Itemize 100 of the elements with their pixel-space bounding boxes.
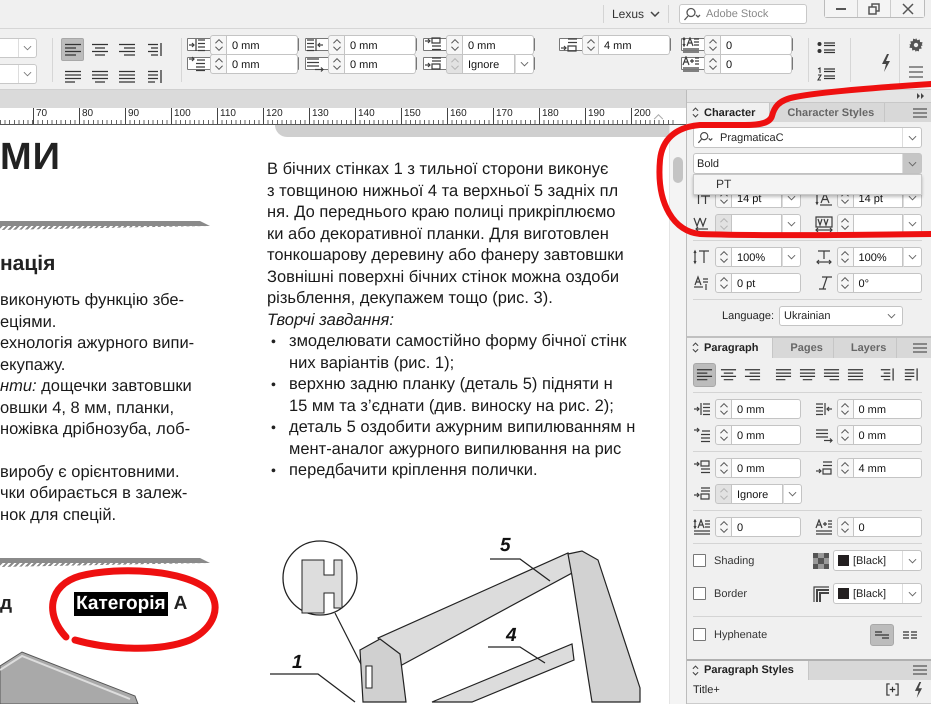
ruler-label: 170 [496,108,513,120]
stepper-button[interactable] [210,34,227,54]
user-menu[interactable]: Lexus [604,7,668,21]
stepper-button[interactable] [328,34,345,54]
minimize-button[interactable] [825,0,858,17]
input-field[interactable]: 0° [854,273,922,294]
stepper-arrows-icon [720,488,728,500]
input-field[interactable]: 0 mm [227,34,298,54]
caret-icon [908,221,917,228]
font-style-dropdown[interactable]: Bold [693,153,922,174]
align-left-button[interactable] [693,362,716,386]
input-field[interactable]: 0 mm [732,424,800,444]
ruler-label: 120 [266,108,283,120]
color-swatch-dropdown[interactable]: [Black] [833,550,922,571]
stepper-arrows-icon [450,58,458,70]
stepper-button[interactable] [836,214,854,234]
collapse-panels-icon[interactable] [916,92,926,99]
single-line-composer-button[interactable] [870,624,894,646]
panel-tab[interactable]: Character [687,102,770,122]
input-field[interactable]: 4 mm [599,34,670,54]
panel-tab[interactable]: Paragraph Styles [687,660,809,680]
bulleted-list-icon[interactable] [817,41,835,55]
last-line-indent-icon [814,426,832,442]
ruler-label: 90 [128,108,140,120]
alignment-icon [696,367,713,382]
close-icon [902,2,914,14]
input-field[interactable]: 0 pt [732,273,800,294]
stepper-arrows-icon [450,38,458,50]
stepper-button[interactable] [704,34,721,54]
stepper-button[interactable] [328,54,345,74]
input-field[interactable]: 100% [732,247,782,268]
caret-icon [908,254,917,260]
stepper-button[interactable] [836,247,854,268]
border-icon [813,586,829,602]
input-field[interactable]: 0 mm [463,34,534,54]
align-left-button[interactable] [61,38,84,61]
checkbox[interactable] [693,628,706,641]
panel-tab[interactable]: Paragraph [687,338,774,358]
scroll-thumb[interactable] [673,157,684,183]
menu-item[interactable]: PT [694,177,921,192]
stepper-button[interactable] [704,54,721,74]
checkbox[interactable] [693,554,706,567]
stepper-button[interactable] [446,34,463,54]
language-dropdown[interactable]: Ukrainian [779,306,903,326]
menu-icon[interactable] [908,66,924,78]
close-button[interactable] [891,0,924,17]
stepper-button[interactable] [836,424,854,444]
input-field[interactable]: 0 [721,54,792,74]
color-swatch [838,555,849,566]
input-field[interactable]: 0 mm [854,398,922,418]
menu-icon[interactable] [913,342,927,353]
search-field[interactable]: Adobe Stock [679,4,807,24]
settings-icon[interactable] [909,38,923,52]
lightning-icon[interactable] [914,682,923,698]
input-field[interactable]: 0 mm [345,34,416,54]
restore-button[interactable] [858,0,891,17]
input-field[interactable]: 0 mm [732,398,800,418]
body-text-line: овшки 4, 8 мм, планки, [0,398,176,418]
stepper-button[interactable] [210,54,227,74]
stepper-button[interactable] [582,34,599,54]
stepper-button[interactable] [836,516,854,536]
input-field[interactable]: 0 [732,516,800,536]
body-text-line: ехнологія ажурного випи- [0,333,196,354]
input-field[interactable]: 4 mm [854,458,922,478]
input-field[interactable]: 100% [854,247,903,268]
input-field[interactable]: 0 mm [854,424,922,444]
new-style-icon[interactable] [886,683,899,696]
alignment-icon [720,367,737,382]
language-label: Language: [722,310,774,322]
stepper-button[interactable] [715,247,732,268]
menu-icon[interactable] [913,665,927,676]
body-text-line: еціями. [0,312,58,332]
stepper-button[interactable] [715,424,732,444]
numbered-list-icon[interactable] [817,67,835,81]
input-field[interactable]: 0 mm [732,458,800,478]
stepper-button[interactable] [715,516,732,536]
menu-icon[interactable] [913,108,927,118]
checkbox[interactable] [693,587,706,600]
font-family-field[interactable]: PragmaticaC [693,127,922,148]
scrollbar[interactable] [669,125,686,704]
stepper-arrows-icon [841,428,849,440]
stepper-button[interactable] [715,273,732,294]
stepper-button[interactable] [715,458,732,478]
list-item-line: мент-аналог ажурного випилювання на рис [289,438,622,460]
input-field[interactable]: 0 mm [227,54,298,74]
stepper-button[interactable] [836,273,854,294]
drop-cap-lines-icon [693,518,711,534]
input-field[interactable]: 0 [854,516,922,536]
lightning-icon[interactable] [881,54,891,72]
current-style-label: Title+ [693,684,720,696]
stepper-button[interactable] [836,398,854,418]
stepper-arrows-icon [332,58,340,70]
input-field[interactable]: 0 mm [345,54,416,74]
section-heading: нація [0,252,56,276]
grid-align-icon [693,486,711,502]
stepper-button[interactable] [715,398,732,418]
right-indent-icon [814,400,832,416]
color-swatch-dropdown[interactable]: [Black] [833,583,922,604]
input-field[interactable]: 0 [721,34,792,54]
stepper-button[interactable] [836,458,854,478]
